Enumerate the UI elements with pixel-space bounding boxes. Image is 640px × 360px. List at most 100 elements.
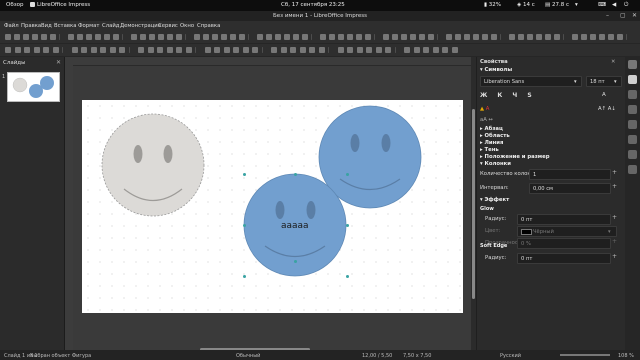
language-status[interactable]: Русский [500,353,521,359]
section-columns-header[interactable]: ▾ Колонки [480,161,511,167]
drawing-tool-icon[interactable] [432,47,439,53]
sidebar-menu-icon[interactable] [628,60,637,69]
standard-tool-icon[interactable] [563,34,564,40]
standard-tool-icon[interactable] [248,34,249,40]
menu-view[interactable]: Вид [41,23,52,29]
standard-tool-icon[interactable] [293,34,299,40]
spacing-buttons[interactable]: аА ↔ [480,117,493,123]
drawing-tool-icon[interactable] [109,47,116,53]
horizontal-ruler[interactable] [65,57,471,66]
drawing-tool-icon[interactable] [14,47,21,53]
selection-handle[interactable] [346,224,349,227]
slide-canvas[interactable]: ааааа [82,100,463,313]
standard-tool-icon[interactable] [581,34,587,40]
highlight-icon[interactable]: ▲ [480,106,484,112]
section-shadow-header[interactable]: ▸ Тень [480,147,499,153]
standard-tool-icon[interactable] [86,34,92,40]
drawing-tool-icon[interactable] [366,47,372,53]
battery-indicator[interactable]: ▮ 32% [484,2,501,8]
columns-count-plus-icon[interactable]: + [612,169,617,176]
drawing-tool-icon[interactable] [318,47,325,53]
close-panel-icon[interactable]: ✕ [56,59,61,66]
standard-tool-icon[interactable] [14,34,20,40]
standard-tool-icon[interactable] [212,34,218,40]
glow-color-select[interactable]: Чёрный ▾ [517,226,617,237]
drawing-tool-icon[interactable] [24,47,30,53]
glow-transparency-field[interactable]: 0 % [517,238,611,249]
menu-help[interactable]: Справка [197,23,220,29]
menu-file[interactable]: Файл [4,23,19,29]
standard-tool-icon[interactable] [113,34,119,40]
standard-tool-icon[interactable] [158,34,164,40]
standard-tool-icon[interactable] [482,34,488,40]
drawing-tool-icon[interactable] [413,47,420,53]
activities-button[interactable]: Обзор [6,2,24,8]
standard-tool-icon[interactable] [446,34,452,40]
menu-slideshow[interactable]: Демонстрация [120,23,161,29]
layout-name[interactable]: Обычный [236,353,260,359]
drawing-tool-icon[interactable] [176,47,182,53]
standard-tool-icon[interactable] [284,34,290,40]
drawing-tool-icon[interactable] [5,47,11,53]
vertical-scrollbar-thumb[interactable] [472,109,475,299]
drawing-tool-icon[interactable] [195,47,196,53]
standard-tool-icon[interactable] [32,34,38,40]
zoom-slider[interactable] [560,354,610,356]
standard-tool-icon[interactable] [59,34,60,40]
drawing-tool-icon[interactable] [128,47,130,53]
vertical-ruler[interactable] [65,65,73,350]
standard-tool-icon[interactable] [437,34,438,40]
zoom-level[interactable]: 108 % [618,353,634,359]
gallery-icon[interactable] [628,150,637,159]
standard-tool-icon[interactable] [626,34,627,40]
columns-count-field[interactable]: 1 [529,169,611,180]
navigator-icon[interactable] [628,165,637,174]
standard-tool-icon[interactable] [500,34,501,40]
menu-slide[interactable]: Слайд [102,23,119,29]
drawing-tool-icon[interactable] [233,47,239,53]
standard-tool-icon[interactable] [464,34,470,40]
standard-tool-icon[interactable] [428,34,434,40]
drawing-tool-icon[interactable] [147,47,154,53]
menu-format[interactable]: Формат [78,23,100,29]
standard-tool-icon[interactable] [419,34,425,40]
standard-tool-icon[interactable] [275,34,281,40]
standard-tool-icon[interactable] [572,34,578,40]
selection-handle[interactable] [346,275,349,278]
volume-icon[interactable]: ◀ [612,2,616,8]
section-position-header[interactable]: ▸ Положение и размер [480,154,550,160]
standard-tool-icon[interactable] [149,34,155,40]
drawing-tool-icon[interactable] [280,47,287,53]
standard-tool-icon[interactable] [221,34,227,40]
font-color-icon[interactable]: A [486,106,490,112]
drawing-tool-icon[interactable] [138,47,144,53]
standard-tool-icon[interactable] [608,34,614,40]
standard-tool-icon[interactable] [185,34,186,40]
standard-tool-icon[interactable] [455,34,461,40]
close-icon[interactable]: ✕ [632,12,637,19]
spacing-field[interactable]: 0,00 см [529,183,611,194]
section-area-header[interactable]: ▸ Область [480,133,510,139]
selection-handle[interactable] [294,173,297,176]
standard-tool-icon[interactable] [356,34,362,40]
standard-tool-icon[interactable] [527,34,533,40]
drawing-tool-icon[interactable] [223,47,230,53]
maximize-icon[interactable]: ▢ [620,12,626,19]
standard-tool-icon[interactable] [302,34,308,40]
drawing-tool-icon[interactable] [423,47,429,53]
keyboard-icon[interactable]: ⌨ [598,2,606,8]
drawing-tool-icon[interactable] [119,47,125,53]
properties-tab-icon[interactable] [628,75,637,84]
drawing-tool-icon[interactable] [271,47,277,53]
minimize-icon[interactable]: – [606,12,609,19]
drawing-tool-icon[interactable] [52,47,59,53]
menu-edit[interactable]: Правка [21,23,41,29]
sidebar-close-icon[interactable]: ✕ [611,59,615,65]
standard-tool-icon[interactable] [320,34,326,40]
selection-handle[interactable] [243,224,246,227]
soft-edge-radius-plus-icon[interactable]: + [612,253,617,260]
standard-tool-icon[interactable] [590,34,596,40]
drawing-tool-icon[interactable] [214,47,220,53]
drawing-tool-icon[interactable] [204,47,211,53]
drawing-tool-icon[interactable] [404,47,410,53]
